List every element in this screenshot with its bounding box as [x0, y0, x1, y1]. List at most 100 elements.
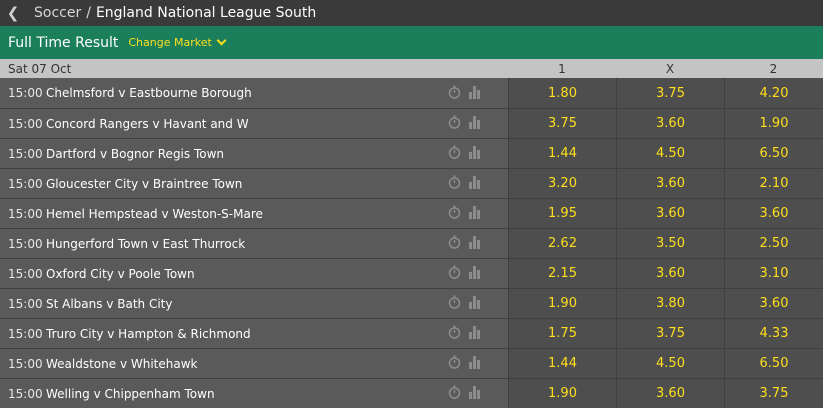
odds-draw[interactable]: 3.75	[616, 319, 724, 348]
odds-home[interactable]: 2.15	[508, 259, 616, 288]
match-row: 15:00 Concord Rangers v Havant and W 3.7…	[0, 108, 823, 138]
match-teams[interactable]: Oxford City v Poole Town	[46, 267, 448, 281]
bar-chart-icon[interactable]	[468, 264, 481, 283]
stopwatch-icon[interactable]	[448, 84, 461, 103]
match-time: 15:00	[8, 86, 43, 100]
odds-away[interactable]: 6.50	[724, 139, 823, 168]
match-teams[interactable]: Concord Rangers v Havant and W	[46, 117, 448, 131]
match-info: 15:00 Concord Rangers v Havant and W	[0, 109, 508, 138]
match-row: 15:00 Hemel Hempstead v Weston-S-Mare 1.…	[0, 198, 823, 228]
match-row: 15:00 Dartford v Bognor Regis Town 1.44 …	[0, 138, 823, 168]
match-info: 15:00 St Albans v Bath City	[0, 289, 508, 318]
match-time: 15:00	[8, 176, 43, 191]
odds-away[interactable]: 3.75	[724, 379, 823, 408]
stopwatch-icon[interactable]	[448, 114, 461, 133]
stopwatch-icon[interactable]	[448, 204, 461, 223]
match-icons	[448, 294, 508, 313]
stopwatch-icon[interactable]	[448, 144, 461, 163]
match-time: 15:00	[8, 296, 43, 311]
odds-home[interactable]: 1.80	[508, 78, 616, 108]
bar-chart-icon[interactable]	[468, 84, 481, 103]
match-teams[interactable]: Wealdstone v Whitehawk	[46, 357, 448, 371]
match-row: 15:00 Chelmsford v Eastbourne Borough 1.…	[0, 78, 823, 108]
odds-away[interactable]: 3.60	[724, 199, 823, 228]
match-teams[interactable]: Gloucester City v Braintree Town	[46, 177, 448, 191]
odds-home[interactable]: 3.20	[508, 169, 616, 198]
match-time: 15:00	[8, 236, 43, 251]
odds-home[interactable]: 3.75	[508, 109, 616, 138]
match-row: 15:00 Hungerford Town v East Thurrock 2.…	[0, 228, 823, 258]
stopwatch-icon[interactable]	[448, 324, 461, 343]
odds-home[interactable]: 2.62	[508, 229, 616, 258]
odds-away[interactable]: 1.90	[724, 109, 823, 138]
match-icons	[448, 84, 508, 103]
bar-chart-icon[interactable]	[468, 114, 481, 133]
odds-away[interactable]: 4.33	[724, 319, 823, 348]
match-info: 15:00 Hungerford Town v East Thurrock	[0, 229, 508, 258]
odds-home[interactable]: 1.44	[508, 139, 616, 168]
match-teams[interactable]: Hemel Hempstead v Weston-S-Mare	[46, 207, 448, 221]
bar-chart-icon[interactable]	[468, 174, 481, 193]
stopwatch-icon[interactable]	[448, 384, 461, 403]
odds-away[interactable]: 2.10	[724, 169, 823, 198]
match-icons	[448, 174, 508, 193]
breadcrumb-separator: /	[86, 5, 91, 21]
bar-chart-icon[interactable]	[468, 354, 481, 373]
bar-chart-icon[interactable]	[468, 204, 481, 223]
match-teams[interactable]: St Albans v Bath City	[46, 297, 448, 311]
odds-away[interactable]: 2.50	[724, 229, 823, 258]
stopwatch-icon[interactable]	[448, 174, 461, 193]
match-info: 15:00 Chelmsford v Eastbourne Borough	[0, 78, 508, 108]
breadcrumb-soccer[interactable]: Soccer	[34, 5, 81, 21]
match-teams[interactable]: Chelmsford v Eastbourne Borough	[46, 86, 448, 100]
odds-away[interactable]: 6.50	[724, 349, 823, 378]
odds-draw[interactable]: 3.75	[616, 78, 724, 108]
match-info: 15:00 Welling v Chippenham Town	[0, 379, 508, 408]
odds-home[interactable]: 1.95	[508, 199, 616, 228]
odds-draw[interactable]: 4.50	[616, 139, 724, 168]
match-teams[interactable]: Welling v Chippenham Town	[46, 387, 448, 401]
odds-draw[interactable]: 3.60	[616, 379, 724, 408]
chevron-left-icon[interactable]: ❮	[0, 0, 26, 26]
match-time: 15:00	[8, 146, 43, 161]
bar-chart-icon[interactable]	[468, 324, 481, 343]
odds-draw[interactable]: 3.50	[616, 229, 724, 258]
column-draw: X	[665, 61, 675, 76]
match-teams[interactable]: Truro City v Hampton & Richmond	[46, 327, 448, 341]
page-title: England National League South	[95, 5, 317, 21]
odds-home[interactable]: 1.44	[508, 349, 616, 378]
match-time: 15:00	[8, 206, 43, 221]
match-info: 15:00 Hemel Hempstead v Weston-S-Mare	[0, 199, 508, 228]
odds-draw[interactable]: 3.60	[616, 259, 724, 288]
match-icons	[448, 324, 508, 343]
odds-home[interactable]: 1.90	[508, 379, 616, 408]
match-teams[interactable]: Hungerford Town v East Thurrock	[46, 237, 448, 251]
stopwatch-icon[interactable]	[448, 354, 461, 373]
odds-draw[interactable]: 3.60	[616, 109, 724, 138]
bar-chart-icon[interactable]	[468, 294, 481, 313]
odds-draw[interactable]: 3.60	[616, 199, 724, 228]
odds-home[interactable]: 1.75	[508, 319, 616, 348]
match-icons	[448, 144, 508, 163]
odds-draw[interactable]: 3.80	[616, 289, 724, 318]
odds-draw[interactable]: 3.60	[616, 169, 724, 198]
match-time: 15:00	[8, 266, 43, 281]
stopwatch-icon[interactable]	[448, 264, 461, 283]
match-icons	[448, 264, 508, 283]
odds-away[interactable]: 3.60	[724, 289, 823, 318]
stopwatch-icon[interactable]	[448, 234, 461, 253]
bar-chart-icon[interactable]	[468, 384, 481, 403]
bar-chart-icon[interactable]	[468, 234, 481, 253]
match-row: 15:00 Truro City v Hampton & Richmond 1.…	[0, 318, 823, 348]
match-icons	[448, 354, 508, 373]
odds-home[interactable]: 1.90	[508, 289, 616, 318]
date-label: Sat 07 Oct	[8, 61, 72, 76]
odds-away[interactable]: 4.20	[724, 78, 823, 108]
stopwatch-icon[interactable]	[448, 294, 461, 313]
odds-away[interactable]: 3.10	[724, 259, 823, 288]
bar-chart-icon[interactable]	[468, 144, 481, 163]
match-icons	[448, 204, 508, 223]
match-teams[interactable]: Dartford v Bognor Regis Town	[46, 147, 448, 161]
change-market-button[interactable]: Change Market	[128, 35, 227, 49]
odds-draw[interactable]: 4.50	[616, 349, 724, 378]
